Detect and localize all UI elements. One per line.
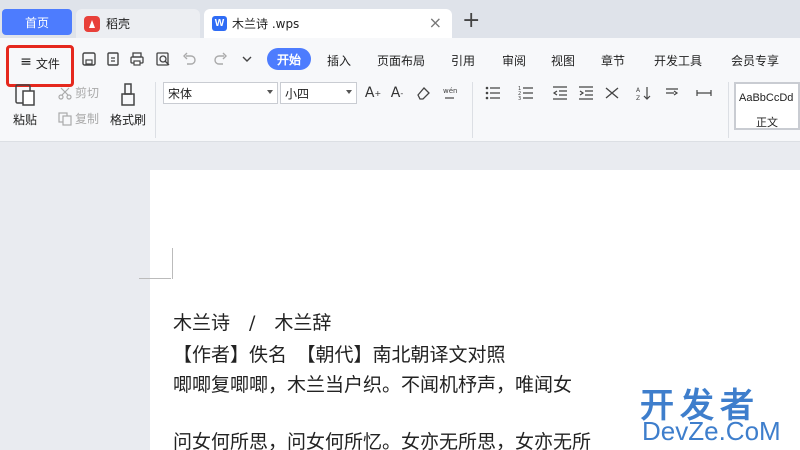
divider: [155, 82, 156, 138]
file-menu-label: 文件: [35, 57, 60, 71]
format-painter-button[interactable]: 格式刷: [110, 82, 146, 128]
margin-corner-mark: [172, 248, 173, 279]
clear-format-icon[interactable]: [413, 83, 433, 103]
print-icon[interactable]: [128, 50, 146, 68]
font-family-select[interactable]: 宋体: [163, 82, 278, 104]
format-painter-label: 格式刷: [110, 113, 147, 127]
cut-label: 剪切: [75, 86, 100, 100]
copy-button[interactable]: 复制: [58, 110, 99, 127]
copy-icon: [58, 111, 72, 126]
menu-tab-references[interactable]: 引用: [451, 52, 475, 69]
numbered-list-icon[interactable]: 123: [516, 83, 536, 103]
tab-home-label: 首页: [24, 15, 49, 30]
margin-corner-mark: [139, 278, 171, 279]
redo-icon[interactable]: [212, 50, 230, 68]
site-watermark: 开发者 DevZe.CoM: [640, 378, 800, 450]
tab-daoke[interactable]: 稻壳: [76, 9, 200, 38]
character-spacing-icon[interactable]: [694, 83, 714, 103]
increase-font-size-icon[interactable]: A +: [363, 83, 383, 103]
document-line[interactable]: 木兰诗 / 木兰辞: [173, 308, 331, 335]
menu-tab-page-layout[interactable]: 页面布局: [377, 52, 425, 69]
menu-tab-chapter[interactable]: 章节: [601, 52, 625, 69]
close-tab-icon[interactable]: ×: [429, 15, 442, 31]
font-size-value: 小四: [285, 86, 310, 101]
cut-button[interactable]: 剪切: [58, 84, 99, 101]
tab-home[interactable]: 首页: [2, 9, 72, 35]
tab-document[interactable]: W 木兰诗 .wps ×: [204, 9, 452, 38]
document-line[interactable]: 问女何所思，问女何所忆。女亦无所思，女亦无所: [173, 427, 591, 450]
svg-text:Z: Z: [636, 95, 640, 101]
document-line[interactable]: 唧唧复唧唧，木兰当户织。不闻机杼声，唯闻女: [173, 370, 572, 397]
scissors-icon: [58, 87, 72, 100]
menu-row: ≡ 文件 开始 插入 页面布局 引用 审阅 视图 章节 开发工具 会员专享: [0, 38, 800, 87]
tab-daoke-label: 稻壳: [106, 17, 131, 31]
paste-icon: [15, 84, 35, 106]
hamburger-icon: ≡: [20, 54, 32, 70]
bullet-list-icon[interactable]: [483, 83, 503, 103]
watermark-en: DevZe.CoM: [642, 416, 781, 446]
document-line[interactable]: 【作者】佚名 【朝代】南北朝译文对照: [173, 340, 506, 367]
svg-text:A: A: [636, 87, 641, 94]
paste-button[interactable]: 粘贴: [12, 82, 38, 128]
export-pdf-icon[interactable]: [104, 50, 122, 68]
menu-tab-insert[interactable]: 插入: [327, 52, 351, 69]
paste-label: 粘贴: [12, 113, 37, 127]
ribbon: ≡ 文件 开始 插入 页面布局 引用 审阅 视图 章节 开发工具 会员专享 粘贴…: [0, 38, 800, 168]
font-size-select[interactable]: 小四: [280, 82, 357, 104]
menu-tab-view[interactable]: 视图: [551, 52, 575, 69]
menu-tab-member[interactable]: 会员专享: [731, 52, 779, 69]
divider: [472, 82, 473, 138]
divider: [728, 82, 729, 138]
wps-writer-icon: W: [212, 16, 227, 31]
svg-text:3: 3: [518, 96, 521, 101]
undo-icon[interactable]: [180, 50, 198, 68]
show-marks-icon[interactable]: [662, 83, 682, 103]
chevron-down-icon: [346, 90, 352, 94]
customize-quick-access-icon[interactable]: [238, 50, 256, 68]
style-normal[interactable]: AaBbCcDd 正文: [734, 82, 800, 130]
copy-label: 复制: [75, 112, 100, 126]
svg-text:wén: wén: [443, 87, 457, 95]
print-preview-icon[interactable]: [154, 50, 172, 68]
style-name: 正文: [756, 116, 778, 129]
file-menu-button[interactable]: ≡ 文件: [6, 45, 74, 87]
add-tab-button[interactable]: +: [462, 10, 480, 32]
sort-icon[interactable]: AZ: [634, 83, 654, 103]
paintbrush-icon: [121, 83, 135, 106]
font-family-value: 宋体: [168, 86, 193, 101]
decrease-font-size-icon[interactable]: A-: [387, 83, 407, 103]
tab-bar: 首页 稻壳 W 木兰诗 .wps × +: [0, 0, 800, 38]
menu-tab-review[interactable]: 审阅: [502, 52, 526, 69]
increase-indent-icon[interactable]: [576, 83, 596, 103]
menu-tab-developer[interactable]: 开发工具: [654, 52, 702, 69]
daoke-logo-icon: [84, 15, 100, 32]
text-direction-icon[interactable]: [602, 83, 622, 103]
menu-tab-start[interactable]: 开始: [267, 48, 311, 70]
phonetic-guide-icon[interactable]: wén: [440, 83, 460, 103]
tab-document-label: 木兰诗 .wps: [232, 17, 300, 31]
save-icon[interactable]: [80, 50, 98, 68]
chevron-down-icon: [267, 90, 273, 94]
style-sample-text: AaBbCcDd: [739, 92, 794, 104]
decrease-indent-icon[interactable]: [550, 83, 570, 103]
